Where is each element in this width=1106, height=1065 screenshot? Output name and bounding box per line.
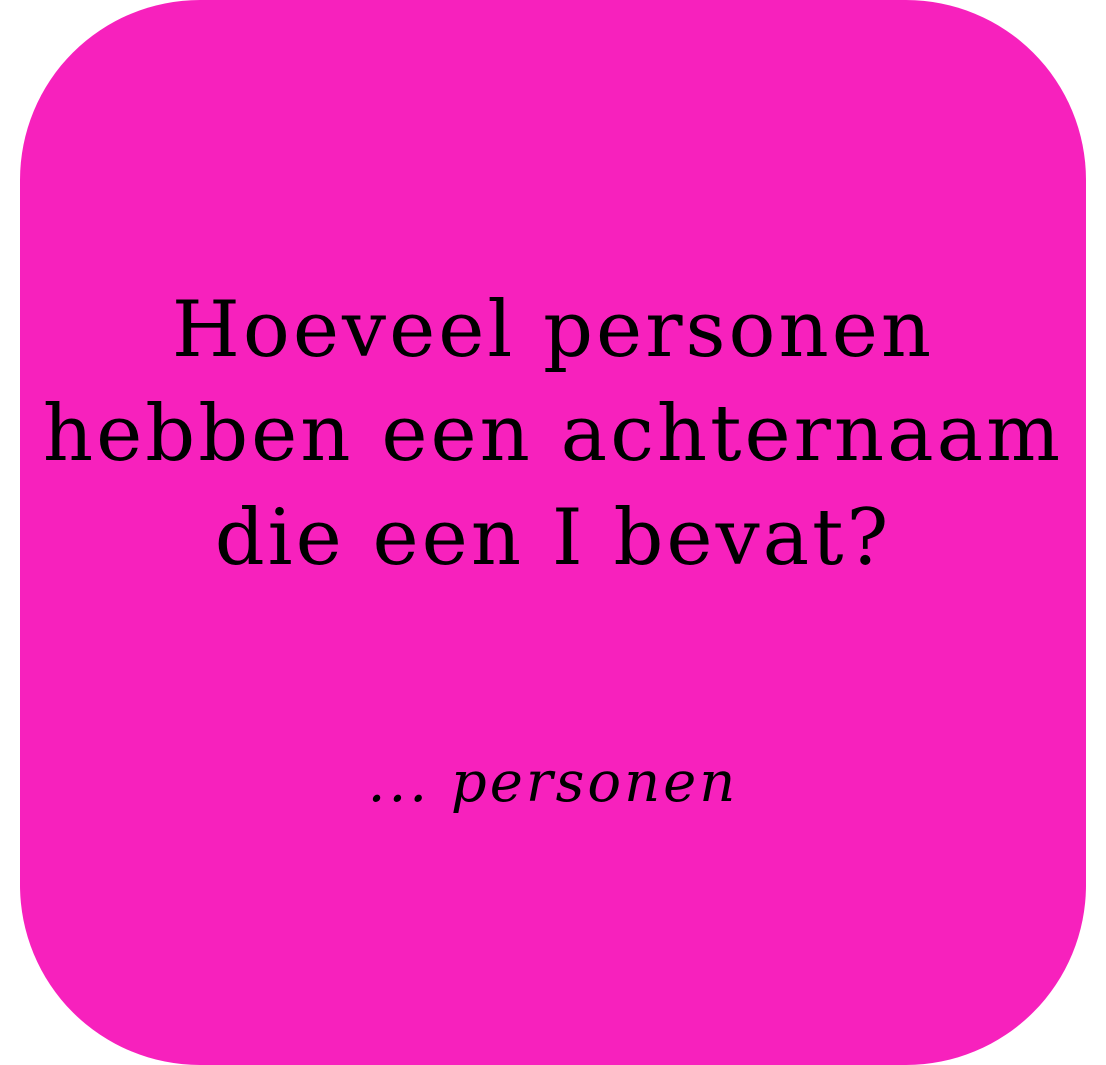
- question-line-3: die een I bevat?: [214, 493, 892, 583]
- question-line-1: Hoeveel personen: [171, 285, 935, 375]
- question-line-2: hebben een achternaam: [42, 389, 1064, 479]
- question-card: Hoeveel personen hebben een achternaam d…: [20, 0, 1086, 1065]
- answer-placeholder: ... personen: [367, 750, 739, 815]
- question-text: Hoeveel personen hebben een achternaam d…: [20, 278, 1086, 590]
